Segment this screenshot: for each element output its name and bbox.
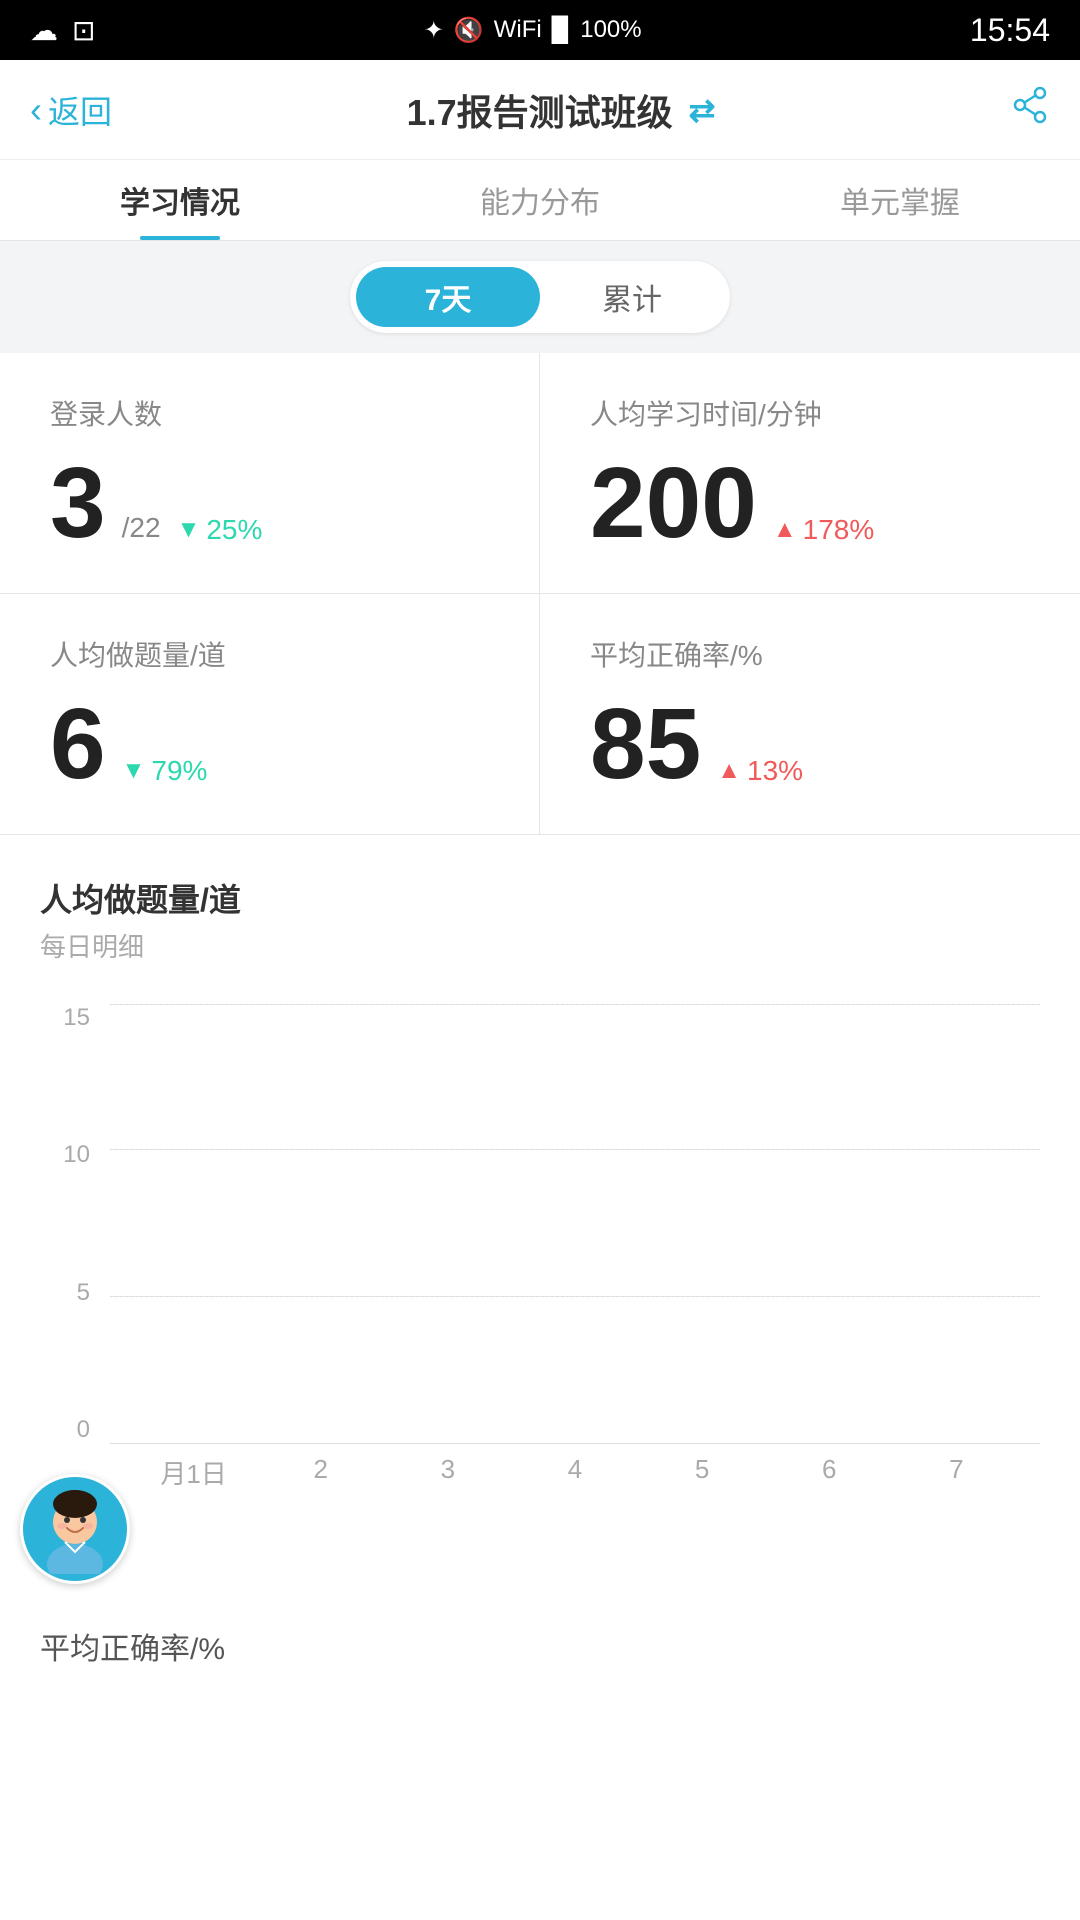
bar-chart: 15 10 5 0 月1日234567 bbox=[40, 1004, 1040, 1504]
arrow-down-icon-2: ▼ bbox=[122, 757, 146, 785]
toggle-section: 7天 累计 bbox=[0, 241, 1080, 353]
stat-time-number: 200 bbox=[590, 453, 757, 553]
tab-study[interactable]: 学习情况 bbox=[0, 160, 360, 240]
tab-ability[interactable]: 能力分布 bbox=[360, 160, 720, 240]
y-axis-labels: 15 10 5 0 bbox=[40, 1004, 100, 1444]
page-title: 1.7报告测试班级 bbox=[407, 84, 673, 136]
bluetooth-icon: ✦ bbox=[424, 16, 444, 45]
chevron-left-icon: ‹ bbox=[30, 89, 42, 131]
stat-time-change: ▲ 178% bbox=[773, 514, 874, 546]
stats-grid: 登录人数 3 /22 ▼ 25% 人均学习时间/分钟 200 ▲ 178% 人均… bbox=[0, 353, 1080, 835]
chart-subtitle: 每日明细 bbox=[40, 927, 1040, 964]
x-label-4: 5 bbox=[639, 1454, 766, 1491]
y-label-5: 5 bbox=[77, 1279, 90, 1307]
x-label-6: 7 bbox=[893, 1454, 1020, 1491]
stat-time-change-value: 178% bbox=[803, 514, 875, 546]
toggle-cumulative[interactable]: 累计 bbox=[540, 267, 724, 327]
bars-container bbox=[110, 1004, 1040, 1443]
stat-questions-change-value: 79% bbox=[151, 755, 207, 787]
image-icon: ⊡ bbox=[72, 14, 95, 47]
stat-login-sub: /22 bbox=[122, 512, 161, 544]
stat-login-number: 3 bbox=[50, 453, 106, 553]
stat-time-label: 人均学习时间/分钟 bbox=[590, 393, 1040, 433]
stat-questions-number: 6 bbox=[50, 694, 106, 794]
back-label: 返回 bbox=[48, 87, 112, 133]
status-time: 15:54 bbox=[970, 12, 1050, 49]
stat-study-time: 人均学习时间/分钟 200 ▲ 178% bbox=[540, 353, 1080, 594]
wifi-icon: WiFi bbox=[494, 16, 542, 44]
y-label-0: 0 bbox=[77, 1416, 90, 1444]
stat-accuracy: 平均正确率/% 85 ▲ 13% bbox=[540, 594, 1080, 834]
stat-login-change-value: 25% bbox=[206, 514, 262, 546]
period-toggle: 7天 累计 bbox=[350, 261, 730, 333]
stat-login-change: ▼ 25% bbox=[177, 514, 263, 546]
stat-accuracy-value-row: 85 ▲ 13% bbox=[590, 694, 1040, 794]
stat-time-value-row: 200 ▲ 178% bbox=[590, 453, 1040, 553]
arrow-up-icon-2: ▲ bbox=[717, 757, 741, 785]
x-axis-labels: 月1日234567 bbox=[110, 1444, 1040, 1491]
x-label-5: 6 bbox=[766, 1454, 893, 1491]
arrow-up-icon: ▲ bbox=[773, 516, 797, 544]
battery-label: 100% bbox=[580, 16, 641, 44]
signal-icon: ▉ bbox=[552, 16, 570, 45]
time-display: 15:54 bbox=[970, 12, 1050, 49]
chart-section: 人均做题量/道 每日明细 15 10 5 0 月1日234567 bbox=[0, 835, 1080, 1524]
stat-questions-value-row: 6 ▼ 79% bbox=[50, 694, 499, 794]
stat-accuracy-change-value: 13% bbox=[747, 755, 803, 787]
tab-unit[interactable]: 单元掌握 bbox=[720, 160, 1080, 240]
x-label-3: 4 bbox=[511, 1454, 638, 1491]
x-label-0: 月1日 bbox=[130, 1454, 257, 1491]
status-center-icons: ✦ 🔇 WiFi ▉ 100% bbox=[424, 16, 642, 45]
chart-title: 人均做题量/道 bbox=[40, 875, 1040, 921]
stat-accuracy-change: ▲ 13% bbox=[717, 755, 803, 787]
chart-inner bbox=[110, 1004, 1040, 1444]
bottom-chart-label: 平均正确率/% bbox=[0, 1594, 1080, 1688]
stat-questions: 人均做题量/道 6 ▼ 79% bbox=[0, 594, 540, 834]
stat-accuracy-number: 85 bbox=[590, 694, 701, 794]
tab-bar: 学习情况 能力分布 单元掌握 bbox=[0, 160, 1080, 241]
status-bar: ☁ ⊡ ✦ 🔇 WiFi ▉ 100% 15:54 bbox=[0, 0, 1080, 60]
back-button[interactable]: ‹ 返回 bbox=[30, 87, 112, 133]
y-label-15: 15 bbox=[63, 1004, 90, 1032]
toggle-7days[interactable]: 7天 bbox=[356, 267, 540, 327]
header-title-group: 1.7报告测试班级 ⇄ bbox=[407, 84, 716, 136]
x-label-2: 3 bbox=[384, 1454, 511, 1491]
stat-accuracy-label: 平均正确率/% bbox=[590, 634, 1040, 674]
y-label-10: 10 bbox=[63, 1141, 90, 1169]
stat-login-value-row: 3 /22 ▼ 25% bbox=[50, 453, 499, 553]
app-header: ‹ 返回 1.7报告测试班级 ⇄ bbox=[0, 60, 1080, 160]
avatar bbox=[20, 1474, 140, 1594]
shuffle-icon[interactable]: ⇄ bbox=[689, 91, 716, 129]
stat-questions-label: 人均做题量/道 bbox=[50, 634, 499, 674]
stat-login-label: 登录人数 bbox=[50, 393, 499, 433]
stat-questions-change: ▼ 79% bbox=[122, 755, 208, 787]
share-button[interactable] bbox=[1010, 85, 1050, 134]
arrow-down-icon: ▼ bbox=[177, 516, 201, 544]
mute-icon: 🔇 bbox=[454, 16, 484, 45]
status-left-icons: ☁ ⊡ bbox=[30, 14, 95, 47]
cloud-icon: ☁ bbox=[30, 14, 58, 47]
stat-login-count: 登录人数 3 /22 ▼ 25% bbox=[0, 353, 540, 594]
x-label-1: 2 bbox=[257, 1454, 384, 1491]
